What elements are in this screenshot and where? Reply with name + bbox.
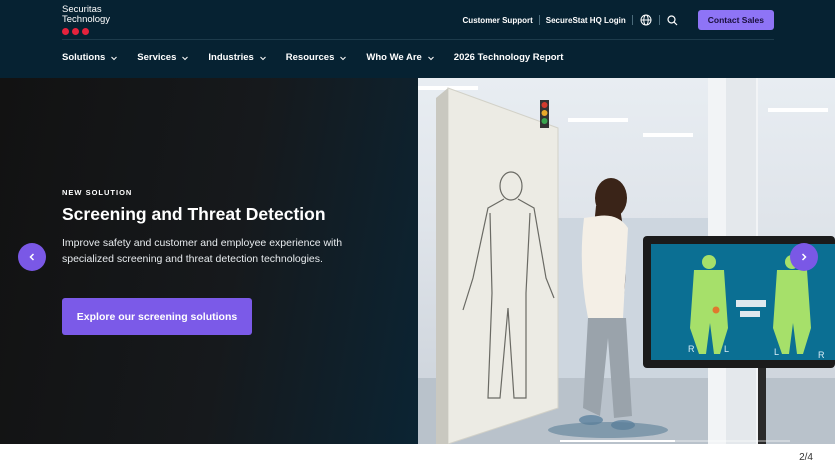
hero-eyebrow: NEW SOLUTION (62, 188, 133, 197)
divider (631, 15, 633, 25)
carousel-prev-button[interactable] (18, 243, 46, 271)
nav-label: Solutions (62, 52, 106, 63)
search-icon[interactable] (666, 13, 680, 27)
chevron-down-icon (427, 56, 434, 60)
hero-description: Improve safety and customer and employee… (62, 237, 343, 265)
chevron-left-icon (29, 253, 35, 261)
screening-scene-illustration: R L L R (418, 78, 835, 444)
chevron-down-icon (340, 56, 347, 60)
slide-progress-bar (560, 440, 790, 442)
nav-label: Who We Are (366, 52, 422, 63)
nav-item-solutions[interactable]: Solutions (62, 52, 118, 63)
securestat-login-link[interactable]: SecureStat HQ Login (546, 16, 626, 25)
monitor-label-r: R (688, 344, 695, 354)
monitor-label-r2: R (818, 350, 825, 360)
slide-counter: 2/4 (799, 452, 813, 463)
hero-title: Screening and Threat Detection (62, 204, 326, 224)
nav-label: Services (137, 52, 177, 63)
hero-image: R L L R (418, 78, 835, 444)
monitor-label-l: L (724, 344, 729, 354)
nav-item-resources[interactable]: Resources (286, 52, 348, 63)
nav-label: 2026 Technology Report (453, 52, 564, 63)
nav-item-industries[interactable]: Industries (208, 52, 266, 63)
chevron-down-icon (111, 56, 118, 60)
nav-label: Industries (208, 52, 254, 63)
nav-item-technology-report[interactable]: 2026 Technology Report (454, 52, 564, 63)
logo[interactable]: Securitas Technology (62, 5, 110, 35)
divider (538, 15, 540, 25)
hero-carousel: R L L R NEW SOLUTION Screening and Threa… (0, 78, 835, 444)
site-header: Securitas Technology Customer Support Se… (0, 0, 835, 78)
monitor-label-l2: L (774, 347, 779, 357)
carousel-next-button[interactable] (790, 243, 818, 271)
header-divider (62, 39, 774, 40)
utility-nav: Customer Support SecureStat HQ Login Con… (463, 10, 774, 30)
logo-dots (62, 28, 110, 35)
explore-screening-button[interactable]: Explore our screening solutions (62, 298, 252, 335)
chevron-right-icon (801, 253, 807, 261)
main-nav: Solutions Services Industries Resources … (62, 52, 563, 63)
chevron-down-icon (259, 56, 266, 60)
nav-item-services[interactable]: Services (137, 52, 189, 63)
divider (658, 15, 660, 25)
chevron-down-icon (182, 56, 189, 60)
customer-support-link[interactable]: Customer Support (463, 16, 533, 25)
nav-item-who-we-are[interactable]: Who We Are (366, 52, 434, 63)
slide-progress-fill (560, 440, 675, 442)
logo-line2: Technology (62, 14, 111, 25)
nav-label: Resources (285, 52, 335, 63)
globe-icon[interactable] (639, 13, 653, 27)
contact-sales-button[interactable]: Contact Sales (697, 10, 774, 30)
